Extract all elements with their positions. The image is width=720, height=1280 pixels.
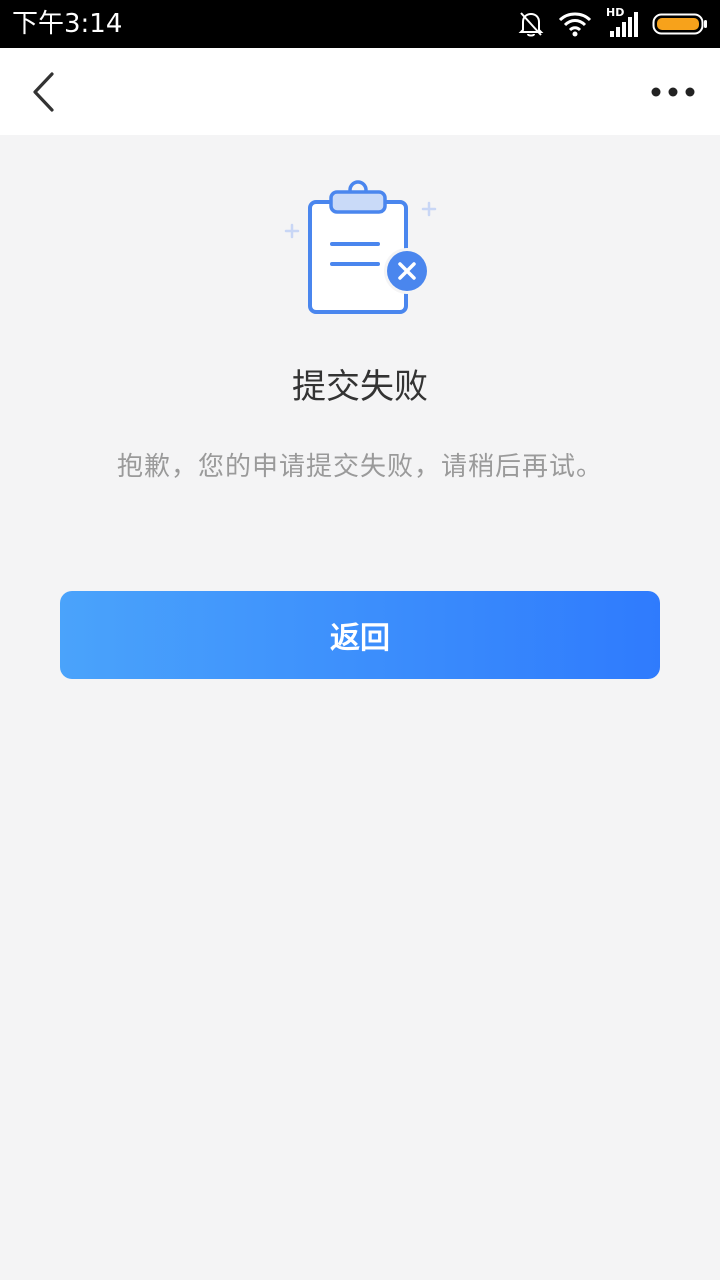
status-time: 下午3:14 [12,9,123,39]
nav-bar [0,48,720,135]
clipboard-error-icon [284,180,437,314]
status-icons: HD [518,7,708,40]
return-button[interactable]: 返回 [60,591,660,679]
more-button[interactable] [648,72,698,112]
back-button[interactable] [22,68,66,116]
more-dots-icon [651,87,695,97]
bell-off-icon [518,12,544,37]
result-title: 提交失败 [292,367,428,407]
status-bar: 下午3:14 HD [0,0,720,48]
signal-icon [610,12,638,37]
result-description: 抱歉，您的申请提交失败，请稍后再试。 [116,452,603,482]
signal-group: HD [606,7,638,39]
wifi-icon [558,12,592,37]
chevron-left-icon [33,72,54,112]
battery-icon [652,13,707,35]
